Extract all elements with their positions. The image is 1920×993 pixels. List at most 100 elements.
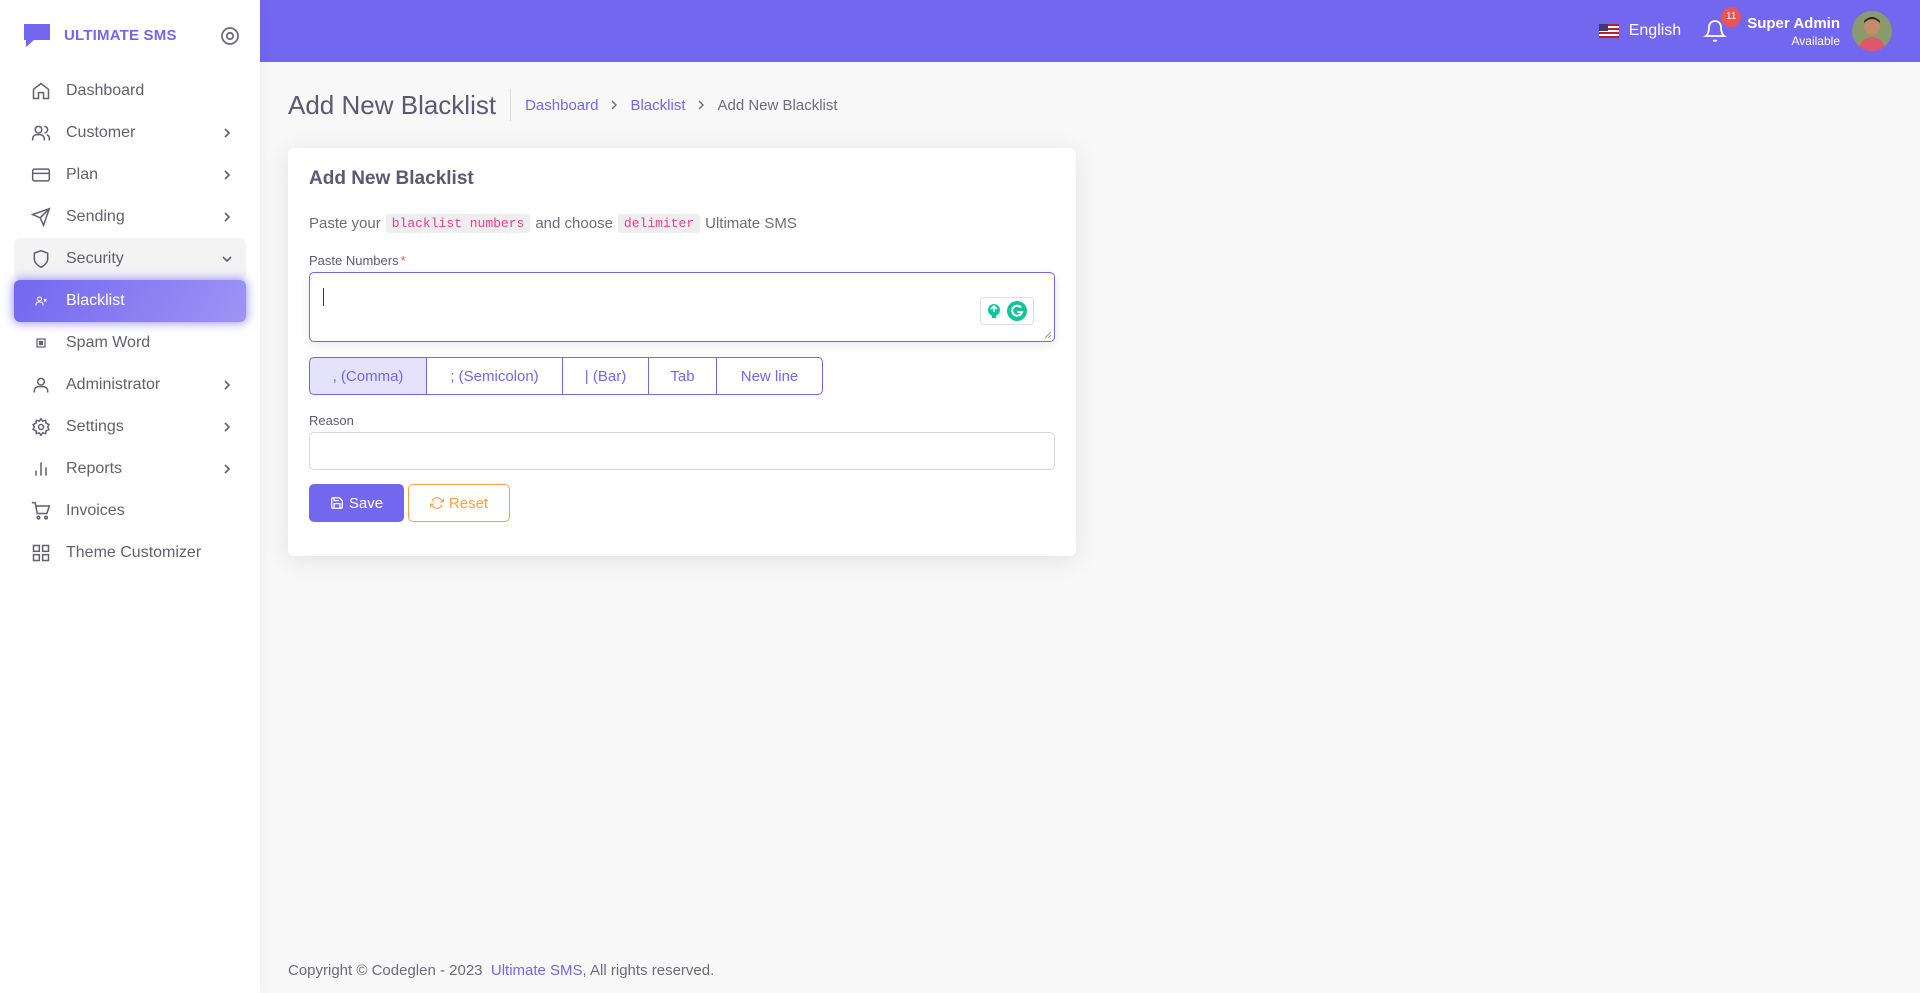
sidebar-item-label: Customer bbox=[66, 124, 136, 141]
sidebar-item-spam-word[interactable]: Spam Word bbox=[14, 322, 246, 364]
lightbulb-icon bbox=[988, 304, 1000, 318]
chevron-right-icon bbox=[224, 380, 231, 390]
sidebar-item-label: Settings bbox=[66, 418, 124, 435]
sidebar-item-settings[interactable]: Settings bbox=[14, 406, 246, 448]
user-info[interactable]: Super Admin Available bbox=[1747, 15, 1840, 48]
shopping-cart-icon bbox=[30, 500, 52, 522]
navbar-right: English 11 Super Admin Available bbox=[1598, 0, 1892, 62]
chevron-right-icon bbox=[224, 212, 231, 222]
paste-numbers-label-text: Paste Numbers bbox=[309, 253, 399, 268]
sidebar-item-security[interactable]: Security bbox=[14, 238, 246, 280]
grammarly-widget[interactable] bbox=[980, 297, 1034, 325]
text-cursor bbox=[323, 288, 324, 306]
brand: ULTIMATE SMS bbox=[0, 0, 260, 70]
send-icon bbox=[30, 206, 52, 228]
chevron-right-icon bbox=[224, 170, 231, 180]
notifications-button[interactable]: 11 bbox=[1703, 7, 1742, 43]
user-name: Super Admin bbox=[1747, 14, 1840, 32]
intro-code-delimiter: delimiter bbox=[617, 214, 701, 233]
breadcrumb-current: Add New Blacklist bbox=[717, 96, 838, 114]
grid-icon bbox=[30, 542, 52, 564]
sidebar-item-label: Invoices bbox=[66, 502, 125, 519]
sidebar-item-theme-customizer[interactable]: Theme Customizer bbox=[14, 532, 246, 574]
chat-bubble-logo-icon bbox=[24, 24, 50, 47]
sidebar-item-label: Administrator bbox=[66, 376, 161, 393]
user-icon bbox=[30, 374, 52, 396]
chevron-right-icon bbox=[698, 100, 705, 110]
delimiter-button-group: , (Comma) ; (Semicolon) | (Bar) Tab New … bbox=[309, 357, 1055, 395]
top-navbar: English 11 Super Admin Available bbox=[260, 0, 1920, 62]
language-label: English bbox=[1628, 22, 1682, 39]
language-selector[interactable]: English bbox=[1598, 22, 1682, 40]
users-icon bbox=[30, 122, 52, 144]
card-title: Add New Blacklist bbox=[309, 168, 474, 189]
square-icon bbox=[30, 332, 52, 354]
breadcrumb-blacklist-link[interactable]: Blacklist bbox=[630, 97, 685, 114]
delimiter-bar-button[interactable]: | (Bar) bbox=[562, 357, 649, 395]
footer-ultimate-sms-link[interactable]: Ultimate SMS bbox=[491, 962, 583, 979]
breadcrumb: Dashboard Blacklist Add New Blacklist bbox=[525, 97, 837, 114]
chevron-right-icon bbox=[611, 100, 618, 110]
form-actions: Save Reset bbox=[309, 484, 1055, 522]
chevron-down-icon bbox=[222, 256, 232, 263]
page-title: Add New Blacklist bbox=[288, 89, 512, 121]
sidebar-item-label: Reports bbox=[66, 460, 123, 477]
footer-copyright: Copyright © Codeglen - 2023 bbox=[288, 962, 483, 979]
avatar-image-icon bbox=[1852, 11, 1892, 51]
sidebar-item-label: Sending bbox=[66, 208, 125, 225]
sidebar-item-administrator[interactable]: Administrator bbox=[14, 364, 246, 406]
notification-count-badge: 11 bbox=[1721, 7, 1742, 27]
sidebar-toggle-circle-icon[interactable] bbox=[220, 26, 240, 46]
resize-handle-icon[interactable] bbox=[1044, 331, 1052, 339]
delimiter-semicolon-button[interactable]: ; (Semicolon) bbox=[426, 357, 563, 395]
shield-icon bbox=[30, 248, 52, 270]
chevron-right-icon bbox=[224, 464, 231, 474]
sidebar-item-label: Security bbox=[66, 250, 124, 267]
sidebar-item-label: Theme Customizer bbox=[66, 544, 202, 561]
credit-card-icon bbox=[30, 164, 52, 186]
reason-label: Reason bbox=[309, 413, 354, 428]
breadcrumb-dashboard-link[interactable]: Dashboard bbox=[525, 97, 598, 114]
us-flag-icon bbox=[1598, 24, 1619, 38]
paste-numbers-textarea[interactable] bbox=[309, 272, 1055, 342]
sidebar-item-customer[interactable]: Customer bbox=[14, 112, 246, 154]
settings-icon bbox=[30, 416, 52, 438]
paste-numbers-label: Paste Numbers * bbox=[309, 253, 1055, 268]
sidebar-item-label: Dashboard bbox=[66, 82, 145, 99]
reset-button[interactable]: Reset bbox=[408, 484, 510, 522]
footer-rights: , All rights reserved. bbox=[582, 962, 715, 979]
sidebar-item-dashboard[interactable]: Dashboard bbox=[14, 70, 246, 112]
save-button[interactable]: Save bbox=[309, 484, 404, 522]
sidebar-nav: Dashboard Customer Plan Sending Security… bbox=[0, 70, 260, 574]
intro-text: Paste your blacklist numbers and choose … bbox=[309, 214, 1055, 233]
user-x-icon bbox=[30, 290, 52, 312]
sidebar-item-invoices[interactable]: Invoices bbox=[14, 490, 246, 532]
sidebar-item-label: Plan bbox=[66, 166, 99, 183]
delimiter-tab-button[interactable]: Tab bbox=[648, 357, 717, 395]
chevron-right-icon bbox=[224, 422, 231, 432]
sidebar-item-label: Blacklist bbox=[66, 292, 125, 309]
brand-title[interactable]: ULTIMATE SMS bbox=[64, 27, 177, 44]
delimiter-comma-button[interactable]: , (Comma) bbox=[309, 357, 427, 395]
page-header: Add New Blacklist Dashboard Blacklist Ad… bbox=[288, 62, 1888, 148]
intro-prefix: Paste your bbox=[309, 215, 381, 232]
sidebar-item-plan[interactable]: Plan bbox=[14, 154, 246, 196]
delimiter-newline-button[interactable]: New line bbox=[716, 357, 823, 395]
intro-suffix: Ultimate SMS bbox=[705, 215, 797, 232]
avatar[interactable] bbox=[1852, 11, 1892, 51]
bar-chart-icon bbox=[30, 458, 52, 480]
grammarly-icon bbox=[1007, 301, 1027, 321]
sidebar-item-reports[interactable]: Reports bbox=[14, 448, 246, 490]
sidebar-item-label: Spam Word bbox=[66, 334, 151, 351]
save-label: Save bbox=[348, 494, 384, 512]
add-blacklist-card: Add New Blacklist Paste your blacklist n… bbox=[288, 148, 1076, 556]
intro-middle: and choose bbox=[535, 215, 613, 232]
user-status: Available bbox=[1791, 33, 1840, 48]
sidebar-item-sending[interactable]: Sending bbox=[14, 196, 246, 238]
chevron-right-icon bbox=[224, 128, 231, 138]
reset-label: Reset bbox=[448, 494, 489, 512]
sidebar-item-blacklist[interactable]: Blacklist bbox=[14, 280, 246, 322]
reason-input[interactable] bbox=[309, 432, 1055, 470]
refresh-icon bbox=[429, 497, 444, 509]
footer: Copyright © Codeglen - 2023 Ultimate SMS… bbox=[288, 962, 714, 979]
